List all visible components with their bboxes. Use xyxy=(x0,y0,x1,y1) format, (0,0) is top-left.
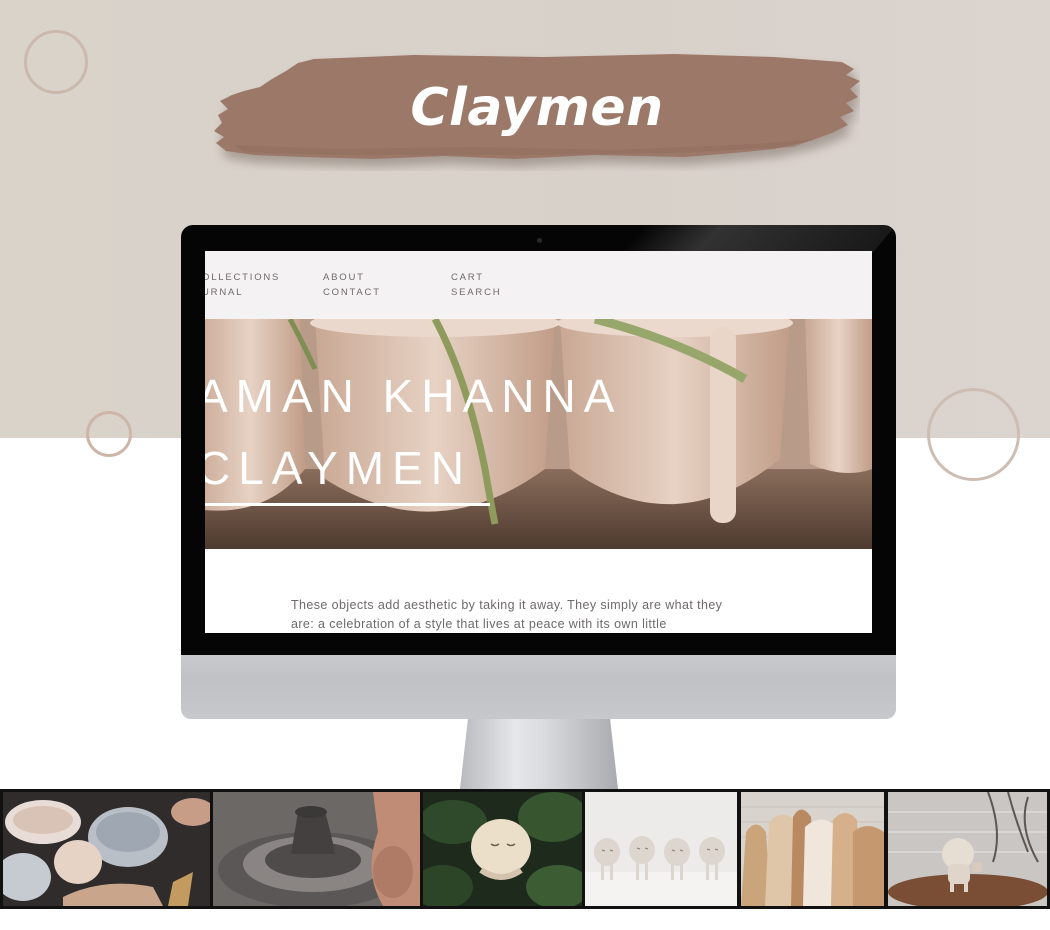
nav-link-about[interactable]: ABOUT xyxy=(323,272,365,283)
website-screen: OLLECTIONS URNAL ABOUT CONTACT CART SEAR… xyxy=(205,251,872,633)
screen-glare xyxy=(622,225,896,253)
hero-underline xyxy=(205,503,490,506)
clayman-on-table-thumbnail[interactable] xyxy=(888,792,1047,906)
hero-title-line1: AMAN KHANNA xyxy=(205,370,623,422)
site-nav: OLLECTIONS URNAL ABOUT CONTACT CART SEAR… xyxy=(205,251,872,319)
four-claymen-thumbnail[interactable] xyxy=(585,792,737,906)
hero-cups-photo xyxy=(205,319,872,549)
nav-link-journal[interactable]: URNAL xyxy=(205,287,243,298)
brand-title: Claymen xyxy=(410,78,664,138)
monitor-stand xyxy=(460,719,618,789)
nav-link-cart[interactable]: CART xyxy=(451,272,484,283)
nav-link-contact[interactable]: CONTACT xyxy=(323,287,381,298)
pottery-wheel-thumbnail[interactable] xyxy=(213,792,420,906)
ceramic-bowls-thumbnail[interactable] xyxy=(3,792,210,906)
hero-banner: AMAN KHANNA CLAYMEN xyxy=(205,319,872,549)
thumbnail-strip xyxy=(0,789,1050,909)
camera-dot xyxy=(537,238,542,243)
nav-link-collections[interactable]: OLLECTIONS xyxy=(205,272,280,283)
intro-line-1: These objects add aesthetic by taking it… xyxy=(291,598,723,612)
intro-text: These objects add aesthetic by taking it… xyxy=(291,596,781,633)
clay-figure-plants-thumbnail[interactable] xyxy=(423,792,582,906)
nav-link-search[interactable]: SEARCH xyxy=(451,287,501,298)
clay-vases-thumbnail[interactable] xyxy=(741,792,884,906)
monitor-chin xyxy=(181,655,896,719)
intro-line-2: are: a celebration of a style that lives… xyxy=(291,617,667,631)
hero-title-line2: CLAYMEN xyxy=(205,442,472,494)
decorative-ring-top-left xyxy=(24,30,88,94)
decorative-ring-right xyxy=(927,388,1020,481)
decorative-ring-left xyxy=(86,411,132,457)
